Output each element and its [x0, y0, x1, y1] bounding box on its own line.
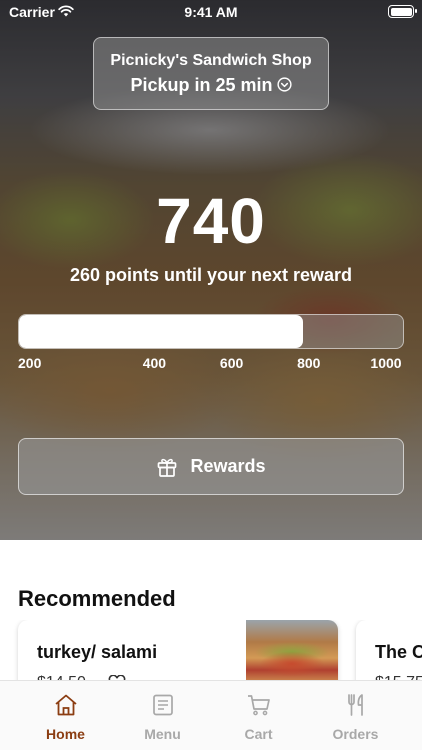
product-name: The C: [375, 642, 422, 662]
battery-icon: [388, 5, 417, 18]
tab-cart[interactable]: Cart: [206, 681, 311, 750]
rewards-button-label: Rewards: [190, 456, 266, 476]
tab-bar: Home Menu Cart Orders: [0, 680, 422, 750]
gift-icon: [158, 458, 177, 477]
progress-tick-labels: 200 400 600 800 1000: [18, 355, 404, 373]
pickup-time: Pickup in 25 min: [94, 75, 328, 96]
tick-label: 800: [297, 355, 321, 371]
clock: 9:41 AM: [184, 4, 238, 20]
tick-label: 600: [219, 355, 244, 371]
cart-icon: [248, 695, 270, 716]
tab-orders-label: Orders: [332, 726, 379, 742]
product-name: turkey/ salami: [37, 642, 158, 662]
fork-knife-icon: [348, 694, 363, 716]
tab-cart-label: Cart: [244, 726, 273, 742]
tab-home-label: Home: [46, 726, 85, 742]
rewards-progress-bar: [18, 314, 404, 349]
tick-label: 1000: [370, 355, 402, 371]
points-balance: 740: [156, 185, 266, 257]
points-until-reward: 260 points until your next reward: [69, 265, 353, 285]
chevron-down-circle-icon: [276, 77, 292, 92]
tab-home[interactable]: Home: [13, 681, 118, 750]
tab-orders[interactable]: Orders: [303, 681, 408, 750]
store-selector-button[interactable]: Picnicky's Sandwich Shop Pickup in 25 mi…: [93, 37, 329, 110]
pickup-label: Pickup in 25 min: [130, 75, 273, 95]
store-name: Picnicky's Sandwich Shop: [110, 52, 312, 69]
menu-icon: [153, 694, 173, 716]
tab-menu-label: Menu: [144, 726, 181, 742]
recommended-heading: Recommended: [18, 586, 176, 611]
tick-label: 400: [142, 355, 167, 371]
home-icon: [55, 694, 77, 716]
tick-label: 200: [18, 355, 42, 371]
tab-menu[interactable]: Menu: [110, 681, 215, 750]
status-bar: Carrier 9:41 AM: [0, 0, 422, 24]
rewards-button[interactable]: Rewards: [18, 438, 404, 495]
rewards-progress-fill: [19, 315, 304, 348]
